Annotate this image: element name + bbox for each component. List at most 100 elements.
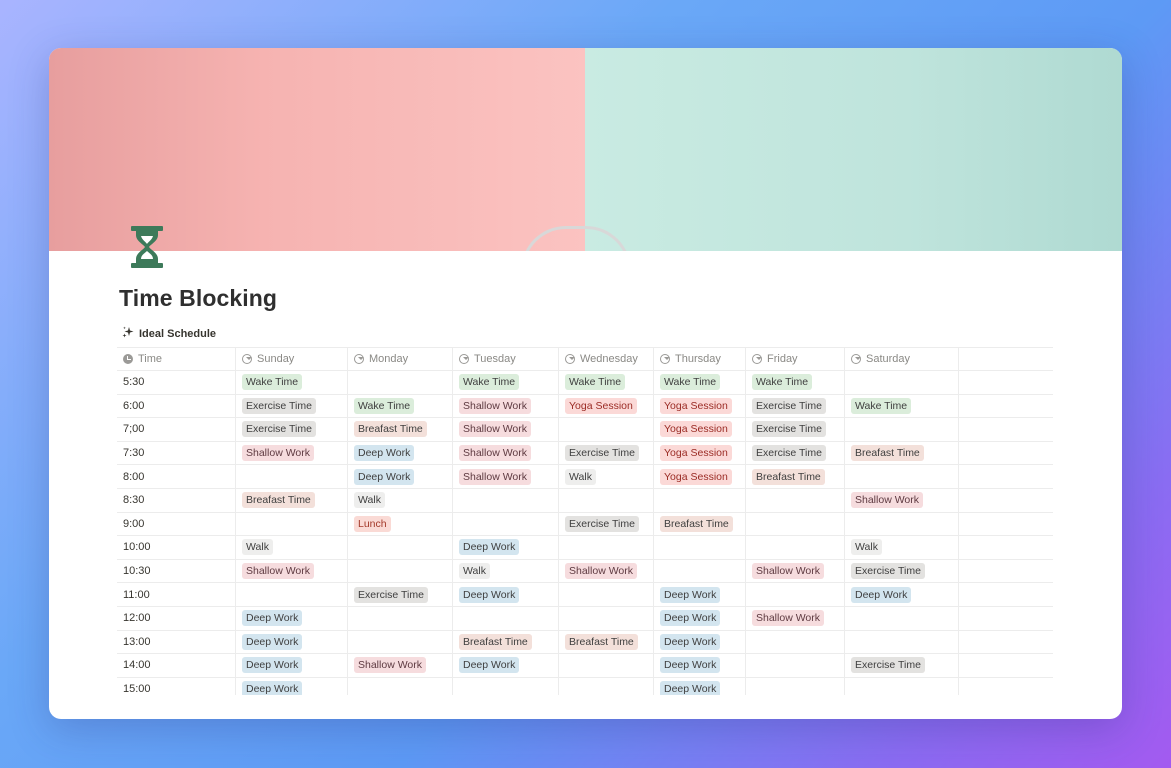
schedule-cell[interactable]: Wake Time <box>559 371 654 394</box>
schedule-cell[interactable] <box>559 677 654 695</box>
table-row[interactable]: 5:30 Wake Time Wake Time Wake Time Wake Time… <box>117 371 1053 395</box>
schedule-cell[interactable]: Wake Time <box>236 371 348 394</box>
schedule-cell[interactable] <box>845 418 959 441</box>
schedule-cell[interactable]: Exercise Time <box>746 418 845 441</box>
schedule-cell[interactable] <box>654 488 746 512</box>
time-cell[interactable]: 8:30 <box>117 488 236 512</box>
schedule-cell[interactable] <box>746 630 845 654</box>
time-cell[interactable]: 15:00 <box>117 677 236 695</box>
schedule-cell[interactable]: Deep Work <box>348 465 453 488</box>
schedule-cell[interactable]: Shallow Work <box>236 441 348 465</box>
schedule-cell[interactable] <box>845 371 959 394</box>
time-cell[interactable]: 12:00 <box>117 606 236 630</box>
schedule-cell[interactable]: Exercise Time <box>236 394 348 418</box>
schedule-cell[interactable] <box>845 630 959 654</box>
schedule-cell[interactable]: Shallow Work <box>453 441 559 465</box>
schedule-cell[interactable] <box>236 583 348 606</box>
schedule-cell[interactable] <box>559 488 654 512</box>
schedule-cell[interactable]: Shallow Work <box>453 394 559 418</box>
table-row[interactable]: 6:00 Exercise Time Wake Time Shallow Work Yo… <box>117 394 1053 419</box>
schedule-cell[interactable] <box>746 536 845 559</box>
time-cell[interactable]: 13:00 <box>117 630 236 654</box>
schedule-cell[interactable]: Breafast Time <box>746 465 845 488</box>
schedule-cell[interactable]: Exercise Time <box>845 559 959 583</box>
table-row[interactable]: 7:30 Shallow Work Deep Work Shallow Work Exe… <box>117 441 1053 466</box>
schedule-cell[interactable]: Deep Work <box>453 536 559 559</box>
schedule-cell[interactable] <box>559 654 654 677</box>
schedule-cell[interactable]: Yoga Session <box>654 418 746 441</box>
schedule-cell[interactable]: Deep Work <box>654 630 746 654</box>
schedule-cell[interactable] <box>453 512 559 536</box>
table-row[interactable]: 14:00 Deep Work Shallow Work Deep Work Deep … <box>117 654 1053 678</box>
table-row[interactable]: 10:00 Walk Deep Work Walk <box>117 536 1053 560</box>
column-header-friday[interactable]: Friday <box>746 348 845 370</box>
schedule-cell[interactable]: Deep Work <box>654 677 746 695</box>
schedule-cell[interactable]: Yoga Session <box>654 394 746 418</box>
column-header-time[interactable]: Time <box>117 348 236 370</box>
schedule-cell[interactable]: Deep Work <box>236 677 348 695</box>
schedule-cell[interactable]: Deep Work <box>236 606 348 630</box>
time-cell[interactable]: 10:00 <box>117 536 236 559</box>
schedule-cell[interactable]: Breafast Time <box>236 488 348 512</box>
schedule-cell[interactable]: Yoga Session <box>654 465 746 488</box>
schedule-cell[interactable]: Deep Work <box>453 654 559 677</box>
schedule-cell[interactable] <box>559 583 654 606</box>
schedule-cell[interactable] <box>845 606 959 630</box>
hourglass-icon[interactable] <box>127 224 167 270</box>
schedule-cell[interactable] <box>746 488 845 512</box>
time-cell[interactable]: 7;00 <box>117 418 236 441</box>
column-header-wednesday[interactable]: Wednesday <box>559 348 654 370</box>
schedule-cell[interactable] <box>746 677 845 695</box>
schedule-cell[interactable] <box>559 418 654 441</box>
time-cell[interactable]: 9:00 <box>117 512 236 536</box>
schedule-cell[interactable]: Breafast Time <box>453 630 559 654</box>
schedule-cell[interactable]: Breafast Time <box>845 441 959 465</box>
schedule-cell[interactable] <box>348 536 453 559</box>
schedule-cell[interactable] <box>559 606 654 630</box>
schedule-cell[interactable]: Wake Time <box>348 394 453 418</box>
schedule-cell[interactable] <box>236 465 348 488</box>
schedule-cell[interactable] <box>746 512 845 536</box>
time-cell[interactable]: 14:00 <box>117 654 236 677</box>
schedule-cell[interactable]: Shallow Work <box>236 559 348 583</box>
time-cell[interactable]: 8:00 <box>117 465 236 488</box>
schedule-cell[interactable]: Shallow Work <box>845 488 959 512</box>
schedule-cell[interactable]: Deep Work <box>348 441 453 465</box>
table-row[interactable]: 7;00 Exercise Time Breafast Time Shallow Wo… <box>117 418 1053 442</box>
schedule-cell[interactable]: Exercise Time <box>746 441 845 465</box>
schedule-cell[interactable]: Shallow Work <box>348 654 453 677</box>
schedule-cell[interactable]: Wake Time <box>453 371 559 394</box>
schedule-cell[interactable]: Exercise Time <box>236 418 348 441</box>
column-header-tuesday[interactable]: Tuesday <box>453 348 559 370</box>
schedule-cell[interactable]: Wake Time <box>654 371 746 394</box>
schedule-cell[interactable] <box>845 677 959 695</box>
schedule-cell[interactable]: Deep Work <box>654 583 746 606</box>
schedule-cell[interactable]: Breafast Time <box>559 630 654 654</box>
table-row[interactable]: 10:30 Shallow Work Walk Shallow Work Shallow… <box>117 559 1053 584</box>
schedule-cell[interactable] <box>348 677 453 695</box>
schedule-cell[interactable]: Exercise Time <box>348 583 453 606</box>
schedule-cell[interactable]: Yoga Session <box>654 441 746 465</box>
table-row[interactable]: 12:00 Deep Work Deep Work Shallow Work <box>117 606 1053 631</box>
schedule-cell[interactable]: Lunch <box>348 512 453 536</box>
time-cell[interactable]: 5:30 <box>117 371 236 394</box>
table-row[interactable]: 8:30 Breafast Time Walk Shallow Work <box>117 488 1053 513</box>
schedule-cell[interactable]: Deep Work <box>453 583 559 606</box>
schedule-cell[interactable] <box>654 559 746 583</box>
schedule-cell[interactable]: Yoga Session <box>559 394 654 418</box>
table-row[interactable]: 15:00 Deep Work Deep Work <box>117 677 1053 695</box>
schedule-cell[interactable]: Exercise Time <box>559 441 654 465</box>
schedule-cell[interactable]: Deep Work <box>236 654 348 677</box>
schedule-cell[interactable] <box>453 488 559 512</box>
schedule-cell[interactable] <box>845 512 959 536</box>
schedule-cell[interactable]: Exercise Time <box>559 512 654 536</box>
schedule-cell[interactable] <box>348 371 453 394</box>
schedule-cell[interactable]: Deep Work <box>654 606 746 630</box>
schedule-cell[interactable] <box>746 583 845 606</box>
schedule-cell[interactable] <box>348 630 453 654</box>
view-tab-ideal-schedule[interactable]: Ideal Schedule <box>122 326 216 341</box>
schedule-cell[interactable]: Shallow Work <box>453 418 559 441</box>
schedule-cell[interactable] <box>348 606 453 630</box>
schedule-cell[interactable]: Shallow Work <box>559 559 654 583</box>
schedule-cell[interactable] <box>453 677 559 695</box>
